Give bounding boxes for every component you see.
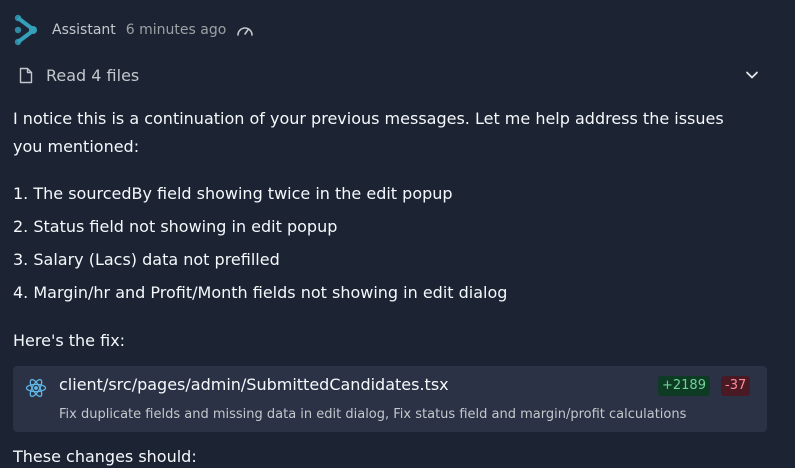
issue-item-4: 4. Margin/hr and Profit/Month fields not… xyxy=(13,283,508,302)
react-icon xyxy=(25,378,47,398)
chevron-down-icon[interactable] xyxy=(745,68,759,82)
intro-text: I notice this is a continuation of your … xyxy=(13,109,724,156)
issue-item-2: 2. Status field not showing in edit popu… xyxy=(13,217,338,236)
gauge-icon[interactable] xyxy=(236,23,254,37)
read-files-toggle[interactable]: Read 4 files xyxy=(19,62,759,88)
deletions-badge: -37 xyxy=(721,376,751,396)
message-timestamp: 6 minutes ago xyxy=(125,22,227,38)
issue-item-1: 1. The sourcedBy field showing twice in … xyxy=(13,184,453,203)
file-change-description: Fix duplicate fields and missing data in… xyxy=(59,407,687,422)
issue-item-3: 3. Salary (Lacs) data not prefilled xyxy=(13,250,280,269)
additions-badge: +2189 xyxy=(658,376,710,396)
file-change-card[interactable]: client/src/pages/admin/SubmittedCandidat… xyxy=(13,366,767,432)
read-files-label: Read 4 files xyxy=(46,65,140,85)
author-name: Assistant xyxy=(52,22,116,38)
message-header: Assistant 6 minutes ago xyxy=(14,14,254,46)
file-icon xyxy=(19,67,33,83)
file-path[interactable]: client/src/pages/admin/SubmittedCandidat… xyxy=(59,375,449,394)
fix-intro-text: Here's the fix: xyxy=(13,331,126,350)
assistant-logo-icon xyxy=(14,14,37,46)
outro-text: These changes should: xyxy=(13,447,197,466)
